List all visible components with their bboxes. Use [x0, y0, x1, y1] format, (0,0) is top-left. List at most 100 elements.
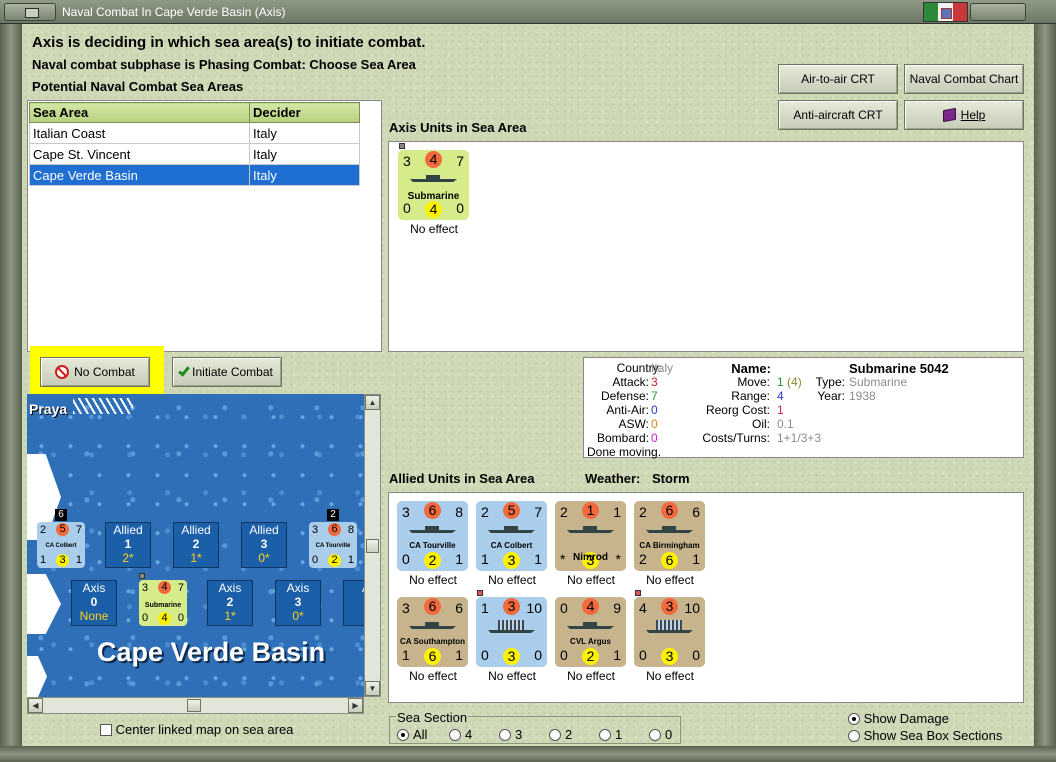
defense-label: Defense: — [600, 389, 649, 403]
sea-area-cell[interactable]: Italian Coast — [29, 122, 250, 144]
window-frame-right — [1034, 24, 1056, 754]
oil-value: 0.1 — [777, 417, 794, 431]
map-unit-submarine[interactable]: 3 4 7 Submarine 0 4 0 — [139, 580, 187, 626]
allied-unit-counter[interactable]: 0 4 9 0 2 1 CVL Argus — [555, 597, 626, 667]
sea-box-side: Allied — [181, 523, 211, 537]
combat-effect-text: No effect — [488, 669, 536, 683]
sea-section-radio[interactable] — [549, 729, 561, 741]
attack-strength-value: 3 — [503, 598, 520, 615]
table-row-selected[interactable]: Cape Verde Basin Italy — [29, 164, 360, 186]
sea-area-cell[interactable]: Cape Verde Basin — [29, 164, 250, 186]
map-unit-ca-tourville[interactable]: 3 6 8 CA Tourville 0 2 1 — [309, 522, 357, 568]
allied-unit-counter[interactable]: 2 5 7 1 3 1 CA Colbert — [476, 501, 547, 571]
allied-unit-counter[interactable]: 3 6 6 1 6 1 CA Southampton — [397, 597, 468, 667]
sea-section-radio[interactable] — [499, 729, 511, 741]
center-map-checkbox[interactable] — [100, 724, 112, 736]
naval-combat-chart-label: Naval Combat Chart — [909, 72, 1019, 86]
sea-box-number: 2 — [192, 537, 200, 551]
sea-box-axis-0[interactable]: Axis 0 None — [71, 580, 117, 626]
column-header-sea-area[interactable]: Sea Area — [29, 102, 250, 123]
map-vertical-scrollbar[interactable]: ▲ ▼ — [364, 394, 381, 697]
antiair-value: 0 — [312, 554, 319, 566]
initiate-combat-button[interactable]: Initiate Combat — [172, 357, 282, 387]
defense-value: 8 — [455, 504, 463, 520]
show-sea-box-radio[interactable] — [848, 730, 860, 742]
show-damage-option[interactable]: Show Damage — [848, 711, 949, 726]
sea-box-allied-1[interactable]: Allied 1 2* — [105, 522, 151, 568]
allied-unit-counter[interactable]: 2 6 6 2 6 1 CA Birmingham — [634, 501, 705, 571]
sea-section-radio[interactable] — [397, 729, 409, 741]
sea-box-status: 0* — [258, 551, 270, 565]
sea-box-allied-2[interactable]: Allied 2 1* — [173, 522, 219, 568]
type-label: Type: — [815, 375, 845, 389]
vertical-scroll-thumb[interactable] — [366, 539, 379, 553]
italy-flag-icon — [923, 2, 968, 22]
allied-unit-counter[interactable]: 3 6 8 0 2 1 CA Tourville — [397, 501, 468, 571]
prohibited-icon — [55, 365, 70, 379]
asw-value: 0 — [456, 200, 464, 216]
sea-section-radio[interactable] — [599, 729, 611, 741]
anti-aircraft-crt-button[interactable]: Anti-aircraft CRT — [778, 100, 898, 130]
show-damage-radio[interactable] — [848, 713, 860, 725]
map-horizontal-scrollbar[interactable]: ◀ ▶ — [27, 697, 364, 714]
scroll-down-icon[interactable]: ▼ — [365, 681, 380, 696]
decider-cell[interactable]: Italy — [249, 143, 360, 165]
sea-section-option[interactable]: 0 — [649, 727, 672, 742]
sea-section-option-label: 2 — [565, 727, 573, 742]
sea-section-option[interactable]: 2 — [549, 727, 572, 742]
sea-areas-title: Potential Naval Combat Sea Areas — [32, 79, 244, 94]
combat-effect-text: No effect — [409, 573, 457, 587]
unit-counter-submarine[interactable]: 3 4 7 Submarine 0 4 0 — [398, 150, 469, 220]
help-label: Help — [960, 108, 986, 122]
decider-cell[interactable]: Italy — [249, 164, 360, 186]
table-row[interactable]: Cape St. Vincent Italy — [29, 143, 360, 165]
allied-unit-counter[interactable]: 4 3 10 0 3 0 — [634, 597, 705, 667]
scroll-left-icon[interactable]: ◀ — [28, 698, 43, 713]
scroll-right-icon[interactable]: ▶ — [348, 698, 363, 713]
attack-strength-value: 4 — [582, 598, 599, 615]
window-controls-button[interactable] — [970, 3, 1026, 21]
sea-section-option[interactable]: All — [397, 727, 427, 742]
allied-unit-counter[interactable]: 2 1 1 * 3 * Nimrod — [555, 501, 626, 571]
range-value: 3 — [56, 554, 69, 567]
center-map-checkbox-row[interactable]: Center linked map on sea area — [100, 722, 293, 737]
horizontal-scroll-thumb[interactable] — [187, 699, 201, 712]
sea-box-status: 2* — [122, 551, 134, 565]
sea-area-map[interactable]: Praya 6 2 5 7 CA Colbert 1 3 1 2 3 6 8 C… — [27, 394, 364, 697]
attack-value: 2 — [560, 504, 568, 520]
map-unit-ca-colbert[interactable]: 2 5 7 CA Colbert 1 3 1 — [37, 522, 85, 568]
sea-box-status: 0* — [292, 609, 304, 623]
unit-name: CA Tourville — [315, 543, 351, 549]
show-sea-box-option[interactable]: Show Sea Box Sections — [848, 728, 1002, 743]
help-book-icon — [942, 107, 956, 123]
no-combat-button[interactable]: No Combat — [40, 357, 150, 387]
sea-section-option[interactable]: 4 — [449, 727, 472, 742]
air-to-air-crt-button[interactable]: Air-to-air CRT — [778, 64, 898, 94]
scroll-up-icon[interactable]: ▲ — [365, 395, 380, 410]
year-value: 1938 — [849, 389, 876, 403]
naval-combat-chart-button[interactable]: Naval Combat Chart — [904, 64, 1024, 94]
sea-area-cell[interactable]: Cape St. Vincent — [29, 143, 250, 165]
allied-unit-counter[interactable]: 1 3 10 0 3 0 — [476, 597, 547, 667]
sea-section-option[interactable]: 1 — [599, 727, 622, 742]
sea-box-axis-4[interactable]: A — [343, 580, 364, 626]
show-sea-box-label: Show Sea Box Sections — [863, 728, 1003, 743]
sea-section-radio[interactable] — [449, 729, 461, 741]
table-row[interactable]: Italian Coast Italy — [29, 122, 360, 144]
help-button[interactable]: Help — [904, 100, 1024, 130]
range-value: 4 — [777, 389, 784, 403]
sea-box-axis-2[interactable]: Axis 2 1* — [207, 580, 253, 626]
sea-box-allied-3[interactable]: Allied 3 0* — [241, 522, 287, 568]
decider-cell[interactable]: Italy — [249, 122, 360, 144]
sea-box-axis-3[interactable]: Axis 3 0* — [275, 580, 321, 626]
attack-strength-value: 3 — [661, 598, 678, 615]
initiate-combat-label: Initiate Combat — [192, 365, 273, 379]
range-value: 2 — [328, 554, 341, 567]
range-value: 6 — [661, 552, 678, 569]
stack-count-badge: 6 — [55, 509, 67, 521]
sea-section-option[interactable]: 3 — [499, 727, 522, 742]
window-menu-button[interactable] — [4, 3, 56, 21]
sea-section-radio[interactable] — [649, 729, 661, 741]
asw-value: 1 — [692, 551, 700, 567]
column-header-decider[interactable]: Decider — [249, 102, 360, 123]
